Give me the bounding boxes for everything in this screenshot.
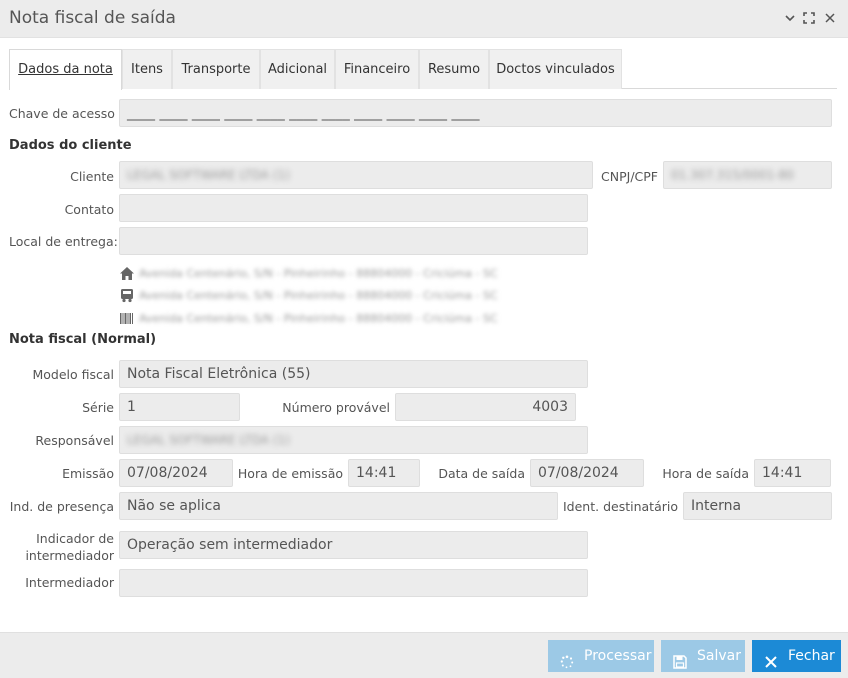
hora-emissao-label: Hora de emissão: [237, 466, 343, 481]
close-icon[interactable]: [822, 10, 838, 26]
contato-label: Contato: [64, 202, 114, 217]
processar-button[interactable]: Processar: [548, 640, 654, 672]
hora-saida-field[interactable]: 14:41: [754, 459, 831, 487]
ind-presenca-field[interactable]: Não se aplica: [119, 492, 558, 520]
tab-financeiro[interactable]: Financeiro: [335, 49, 419, 89]
home-icon: [119, 266, 135, 281]
window-title: Nota fiscal de saída: [9, 8, 176, 28]
minimize-icon[interactable]: [782, 10, 798, 26]
hora-emissao-field[interactable]: 14:41: [348, 459, 420, 487]
section-dados-cliente: Dados do cliente: [9, 138, 132, 153]
modelo-fiscal-label: Modelo fiscal: [32, 367, 114, 382]
tab-dados-da-nota[interactable]: Dados da nota: [9, 49, 122, 90]
address-line-home: Avenida Centenário, S/N - Pinheirinho - …: [119, 265, 539, 283]
contato-field[interactable]: [119, 194, 588, 222]
intermediador-label: Intermediador: [25, 575, 114, 590]
indicador-intermediador-label-2: intermediador: [25, 548, 114, 563]
cnpj-label: CNPJ/CPF: [601, 169, 658, 184]
chave-acesso-label: Chave de acesso: [9, 106, 115, 121]
dialog-footer: Processar Salvar Fechar: [0, 632, 848, 678]
cliente-field[interactable]: LEGAL SOFTWARE LTDA (1): [119, 161, 593, 189]
intermediador-field[interactable]: [119, 569, 588, 597]
emissao-label: Emissão: [62, 466, 114, 481]
modelo-fiscal-field[interactable]: Nota Fiscal Eletrônica (55): [119, 360, 588, 388]
cnpj-field[interactable]: 01.307.315/0001-80: [663, 161, 832, 189]
address-line-truck: Avenida Centenário, S/N - Pinheirinho - …: [119, 287, 539, 305]
responsavel-value: LEGAL SOFTWARE LTDA (1): [127, 433, 290, 447]
responsavel-label: Responsável: [35, 433, 114, 448]
ident-destinatario-field[interactable]: Interna: [683, 492, 832, 520]
serie-field[interactable]: 1: [119, 393, 240, 421]
numero-provavel-label: Número provável: [282, 400, 390, 415]
hora-saida-label: Hora de saída: [662, 466, 749, 481]
data-saida-label: Data de saída: [438, 466, 525, 481]
cliente-value: LEGAL SOFTWARE LTDA (1): [127, 168, 290, 182]
local-entrega-field[interactable]: [119, 227, 588, 255]
indicador-intermediador-label-1: Indicador de: [36, 531, 114, 546]
tab-transporte[interactable]: Transporte: [172, 49, 260, 89]
close-icon: [764, 649, 778, 668]
floppy-disk-icon: [673, 649, 687, 669]
serie-label: Série: [82, 400, 114, 415]
maximize-icon[interactable]: [801, 10, 817, 26]
ind-presenca-label: Ind. de presença: [9, 499, 114, 514]
truck-icon: [119, 288, 135, 303]
responsavel-field[interactable]: LEGAL SOFTWARE LTDA (1): [119, 426, 588, 454]
tab-bar: Dados da nota Itens Transporte Adicional…: [9, 49, 837, 90]
ident-destinatario-label: Ident. destinatário: [563, 499, 678, 514]
tab-adicional[interactable]: Adicional: [260, 49, 335, 89]
barcode-icon: [119, 311, 135, 326]
indicador-intermediador-field[interactable]: Operação sem intermediador: [119, 531, 588, 559]
cnpj-value: 01.307.315/0001-80: [671, 168, 794, 182]
address-line-barcode: Avenida Centenário, S/N - Pinheirinho - …: [119, 310, 539, 328]
numero-provavel-field[interactable]: 4003: [395, 393, 576, 421]
data-saida-field[interactable]: 07/08/2024: [530, 459, 644, 487]
window-titlebar: Nota fiscal de saída: [0, 0, 848, 38]
section-nota-fiscal: Nota fiscal (Normal): [9, 332, 157, 347]
spinner-icon: [560, 649, 574, 669]
local-entrega-label: Local de entrega:: [9, 234, 118, 249]
cliente-label: Cliente: [70, 169, 114, 184]
chave-acesso-field[interactable]: ____ ____ ____ ____ ____ ____ ____ ____ …: [119, 99, 832, 127]
salvar-button[interactable]: Salvar: [661, 640, 745, 672]
tab-doctos-vinculados[interactable]: Doctos vinculados: [489, 49, 622, 89]
tab-itens[interactable]: Itens: [122, 49, 172, 89]
fechar-button[interactable]: Fechar: [752, 640, 841, 672]
tab-resumo[interactable]: Resumo: [419, 49, 489, 89]
emissao-field[interactable]: 07/08/2024: [119, 459, 233, 487]
